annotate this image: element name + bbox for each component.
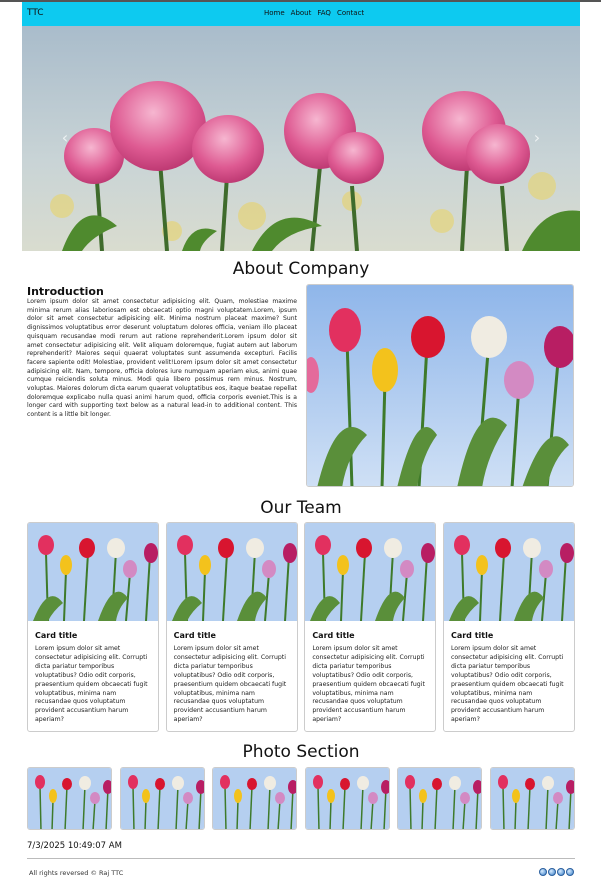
gallery-photo[interactable] xyxy=(212,767,298,830)
footer-copyright: All rights reversed © Raj TTC xyxy=(29,869,124,877)
gallery-photo[interactable] xyxy=(119,767,205,830)
intro-text: Lorem ipsum dolor sit amet consectetur a… xyxy=(27,298,297,419)
about-heading: About Company xyxy=(232,259,370,279)
team-cards: Card title Lorem ipsum dolor sit amet co… xyxy=(27,522,575,732)
team-card: Card title Lorem ipsum dolor sit amet co… xyxy=(442,522,575,732)
card-text: Lorem ipsum dolor sit amet consectetur a… xyxy=(450,645,564,724)
content-area: About Company Introduction Lorem ipsum d… xyxy=(22,0,580,883)
card-text: Lorem ipsum dolor sit amet consectetur a… xyxy=(35,645,148,724)
team-heading: Our Team xyxy=(260,498,342,518)
card-image xyxy=(166,523,297,622)
card-title: Card title xyxy=(450,631,494,640)
team-card: Card title Lorem ipsum dolor sit amet co… xyxy=(304,522,437,732)
gallery-photo[interactable] xyxy=(397,767,483,830)
card-text: Lorem ipsum dolor sit amet consectetur a… xyxy=(173,645,287,724)
photo-gallery xyxy=(27,767,575,830)
social-links xyxy=(539,868,574,876)
card-text: Lorem ipsum dolor sit amet consectetur a… xyxy=(312,645,425,724)
gallery-photo[interactable] xyxy=(304,767,390,830)
card-title: Card title xyxy=(312,631,355,640)
card-title: Card title xyxy=(35,631,78,640)
gallery-photo[interactable] xyxy=(489,767,575,830)
datetime-display: 7/3/2025 10:49:07 AM xyxy=(27,841,122,851)
card-image xyxy=(305,523,436,622)
footer-divider xyxy=(27,858,575,859)
card-title: Card title xyxy=(173,631,216,640)
about-image xyxy=(306,284,574,487)
social-icon[interactable] xyxy=(566,868,574,876)
team-card: Card title Lorem ipsum dolor sit amet co… xyxy=(165,522,298,732)
team-card: Card title Lorem ipsum dolor sit amet co… xyxy=(27,522,159,732)
intro-title: Introduction xyxy=(27,285,104,298)
photo-heading: Photo Section xyxy=(242,742,360,762)
social-icon[interactable] xyxy=(557,868,565,876)
card-image xyxy=(443,523,574,622)
social-icon[interactable] xyxy=(548,868,556,876)
social-icon[interactable] xyxy=(539,868,547,876)
gallery-photo[interactable] xyxy=(27,767,112,830)
card-image xyxy=(28,523,158,622)
